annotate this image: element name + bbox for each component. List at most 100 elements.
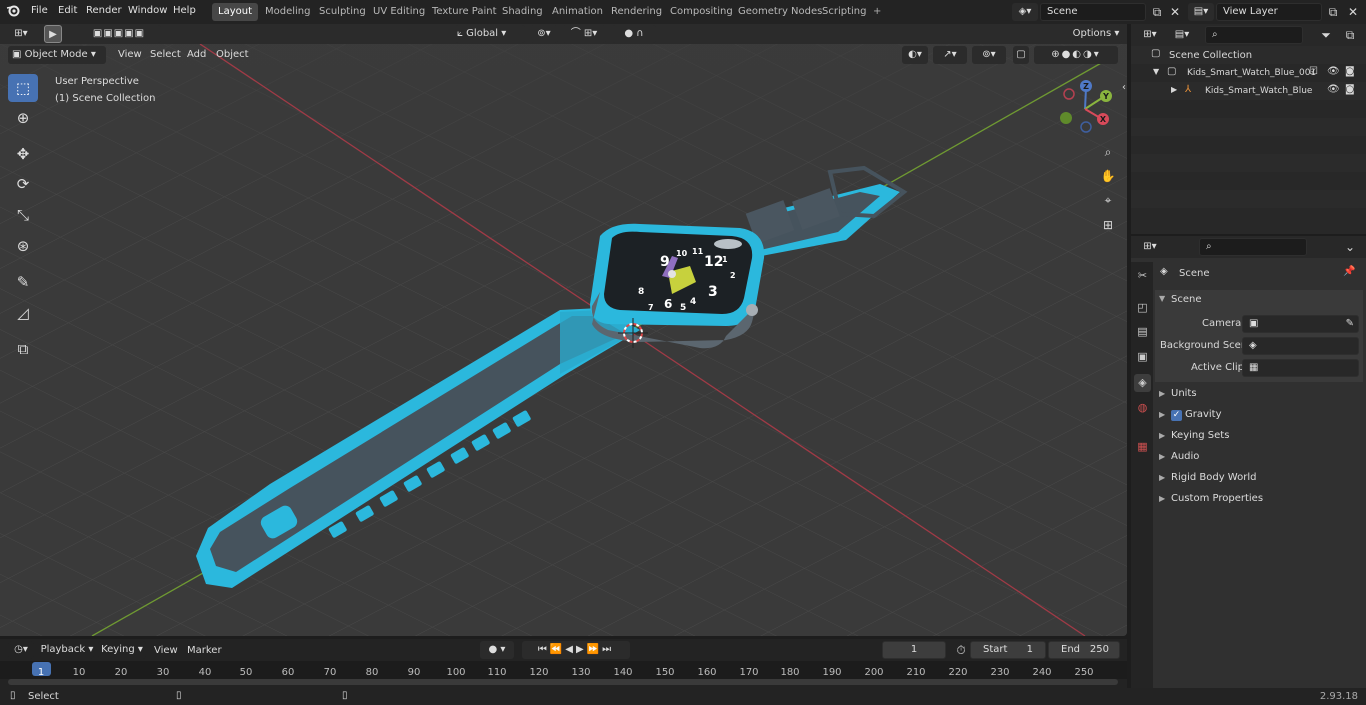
start-frame-field[interactable]: Start 1	[970, 641, 1046, 659]
add-cube-icon[interactable]: ⧉	[8, 335, 38, 363]
tab-compositing[interactable]: Compositing	[664, 3, 739, 21]
object-mode-select[interactable]: ▣ Object Mode ▾	[8, 46, 106, 64]
view-layer-selector-icon[interactable]: ▤▾	[1188, 3, 1214, 21]
playback-controls-icons[interactable]: ⏮⏪◀▶⏩⏭	[522, 641, 630, 659]
tool-tab-icon[interactable]: ✂	[1134, 267, 1151, 285]
orthographic-grid-icon[interactable]: ⊞	[1099, 216, 1117, 234]
scale-icon[interactable]: ⤡	[8, 201, 38, 229]
tab-modeling[interactable]: Modeling	[259, 3, 317, 21]
delete-scene-icon[interactable]: ✕	[1166, 3, 1184, 21]
zoom-icon[interactable]: ⌕	[1099, 143, 1117, 161]
timeline-menu-view[interactable]: View	[154, 645, 178, 656]
playback-menu[interactable]: Playback ▾	[40, 641, 94, 659]
sidebar-toggle-icon[interactable]: ‹	[1115, 79, 1127, 97]
texture-tab-icon[interactable]: ▦	[1134, 438, 1151, 456]
timeline-editor-type-icon[interactable]: ◷▾	[8, 641, 34, 659]
3d-viewport[interactable]: 9 12 3 6 10 11 8 4 5 1 2 7 Z Y X ▣ Objec…	[0, 44, 1127, 636]
pan-hand-icon[interactable]: ✋	[1099, 167, 1117, 185]
units-section[interactable]: ▶ Units	[1159, 388, 1197, 399]
menu-edit[interactable]: Edit	[58, 5, 77, 16]
pivot-point-icon[interactable]: ⊚▾	[530, 25, 558, 43]
tab-sculpting[interactable]: Sculpting	[313, 3, 372, 21]
delete-view-layer-icon[interactable]: ✕	[1344, 3, 1362, 21]
stopwatch-icon[interactable]: ⏱	[952, 641, 970, 659]
world-tab-icon[interactable]: ◍	[1134, 399, 1151, 417]
tab-animation[interactable]: Animation	[546, 3, 609, 21]
editor-type-icon[interactable]: ⊞▾	[8, 25, 34, 43]
end-frame-field[interactable]: End 250	[1048, 641, 1120, 659]
menu-file[interactable]: File	[31, 5, 48, 16]
view-layer-field[interactable]: View Layer	[1216, 3, 1322, 21]
properties-editor-type-icon[interactable]: ⊞▾	[1137, 238, 1163, 256]
scene-name-field[interactable]: Scene	[1040, 3, 1146, 21]
snap-icon[interactable]: ⌒ ⊞▾	[562, 25, 606, 43]
display-mode-icon[interactable]: ▤▾	[1169, 26, 1195, 44]
filter-icon[interactable]: ⏷	[1317, 26, 1335, 44]
scene-panel-header[interactable]: ▼ Scene	[1155, 290, 1363, 310]
pin-icon[interactable]: 📌	[1343, 266, 1355, 277]
tab-scripting[interactable]: Scripting	[816, 3, 872, 21]
timeline-scrollbar[interactable]	[8, 679, 1118, 685]
checkbox-icon[interactable]: ☑	[1309, 66, 1318, 77]
viewport-menu-select[interactable]: Select	[150, 49, 181, 60]
tab-texture-paint[interactable]: Texture Paint	[426, 3, 503, 21]
options-dropdown[interactable]: Options ▾	[1070, 25, 1122, 43]
camera-view-icon[interactable]: ⌖	[1099, 191, 1117, 209]
scene-tab-icon[interactable]: ◈	[1134, 374, 1151, 392]
camera-render-icon[interactable]: ◙	[1345, 84, 1355, 95]
expand-arrow-icon[interactable]: ▼	[1153, 67, 1159, 76]
expand-arrow-icon[interactable]: ▶	[1171, 85, 1177, 94]
timeline-menu-marker[interactable]: Marker	[187, 645, 222, 656]
output-tab-icon[interactable]: ▤	[1134, 323, 1151, 341]
keying-sets-section[interactable]: ▶ Keying Sets	[1159, 430, 1229, 441]
menu-window[interactable]: Window	[128, 5, 167, 16]
background-scene-field[interactable]: ◈	[1242, 337, 1359, 355]
active-clip-field[interactable]: ▦	[1242, 359, 1359, 377]
record-icon[interactable]: ● ▾	[480, 641, 514, 659]
viewport-menu-object[interactable]: Object	[216, 49, 249, 60]
blender-logo-icon[interactable]	[4, 3, 22, 21]
gravity-checkbox[interactable]: ✓	[1171, 410, 1182, 421]
custom-properties-section[interactable]: ▶ Custom Properties	[1159, 493, 1263, 504]
rotate-icon[interactable]: ⟳	[8, 170, 38, 198]
transform-icon[interactable]: ⊛	[8, 232, 38, 260]
new-scene-icon[interactable]: ⧉	[1148, 3, 1166, 21]
new-view-layer-icon[interactable]: ⧉	[1324, 3, 1342, 21]
xray-icon[interactable]: ▢	[1013, 46, 1029, 64]
tab-geometry-nodes[interactable]: Geometry Nodes	[732, 3, 828, 21]
select-tool-icon[interactable]: ▶	[44, 25, 62, 43]
properties-options-icon[interactable]: ⌄	[1341, 238, 1359, 256]
new-collection-icon[interactable]: ⧉	[1341, 26, 1359, 44]
shading-mode-icons[interactable]: ⊕●◐◑▾	[1034, 46, 1118, 64]
visibility-icon[interactable]: ◐▾	[902, 46, 928, 64]
transform-orientation-select[interactable]: ⟀ Global ▾	[455, 25, 525, 43]
menu-render[interactable]: Render	[86, 5, 122, 16]
viewport-menu-add[interactable]: Add	[187, 49, 206, 60]
scene-selector-icon[interactable]: ◈▾	[1012, 3, 1038, 21]
outliner-row-collection[interactable]: ▼ ▢ Kids_Smart_Watch_Blue_001 ☑ 👁 ◙	[1131, 64, 1366, 82]
properties-search-input[interactable]: ⌕	[1199, 238, 1307, 256]
audio-section[interactable]: ▶ Audio	[1159, 451, 1199, 462]
current-frame-field[interactable]: 1	[882, 641, 946, 659]
outliner-search-input[interactable]: ⌕	[1205, 26, 1303, 44]
viewport-menu-view[interactable]: View	[118, 49, 142, 60]
keying-menu[interactable]: Keying ▾	[98, 641, 146, 659]
tab-uv-editing[interactable]: UV Editing	[367, 3, 431, 21]
eye-icon[interactable]: 👁	[1327, 84, 1340, 95]
overlays-icon[interactable]: ⊚▾	[972, 46, 1006, 64]
camera-render-icon[interactable]: ◙	[1345, 66, 1355, 77]
outliner-editor-type-icon[interactable]: ⊞▾	[1137, 26, 1163, 44]
measure-icon[interactable]: ◿	[8, 299, 38, 327]
camera-field[interactable]: ▣ ✎	[1242, 315, 1359, 333]
outliner-row-object[interactable]: ▶ ⅄ Kids_Smart_Watch_Blue 👁 ◙	[1131, 82, 1366, 100]
move-icon[interactable]: ✥	[8, 140, 38, 168]
selection-mode-icons[interactable]: ▣▣▣▣▣	[77, 25, 161, 43]
tab-rendering[interactable]: Rendering	[605, 3, 668, 21]
proportional-edit-icon[interactable]: ● ∩	[612, 25, 656, 43]
gizmo-toggle-icon[interactable]: ↗▾	[933, 46, 967, 64]
tab-shading[interactable]: Shading	[496, 3, 549, 21]
eyedropper-icon[interactable]: ✎	[1346, 316, 1354, 332]
gravity-section[interactable]: ▶ ✓ Gravity	[1159, 409, 1222, 421]
add-workspace-button[interactable]: +	[867, 3, 887, 21]
menu-help[interactable]: Help	[173, 5, 196, 16]
